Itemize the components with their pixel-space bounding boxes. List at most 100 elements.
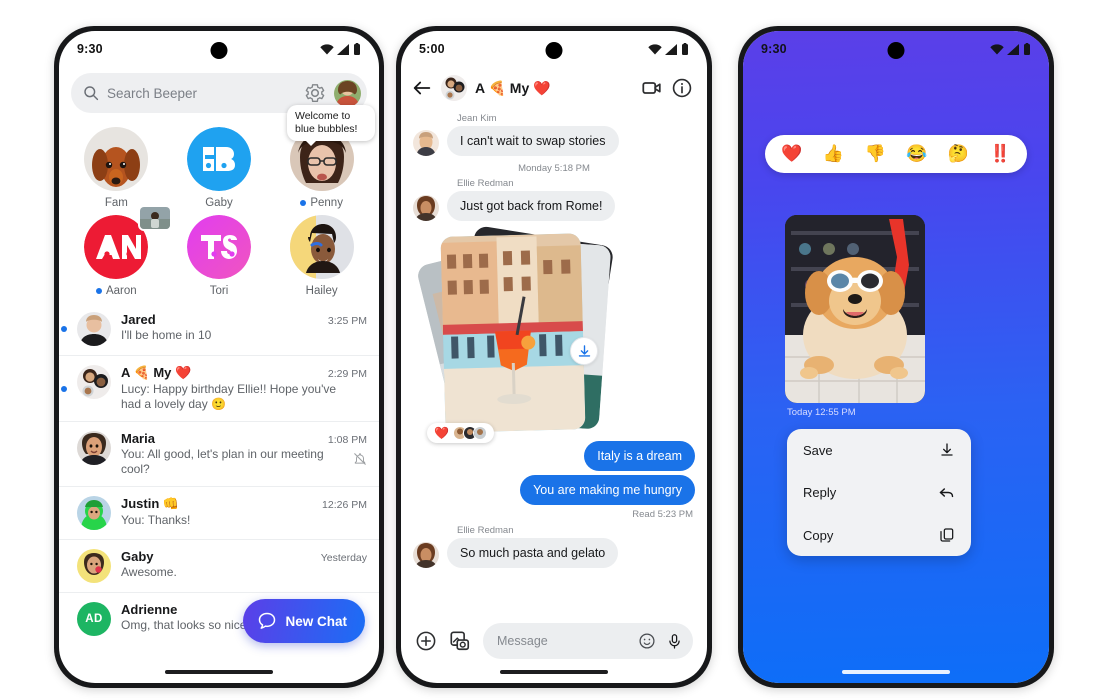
microphone-icon[interactable] xyxy=(666,633,683,650)
status-icons xyxy=(320,43,361,55)
message-bubble-incoming[interactable]: Just got back from Rome! xyxy=(447,191,616,221)
favorite-aaron[interactable]: Aaron xyxy=(65,205,172,299)
signal-icon xyxy=(1007,43,1019,55)
chat-preview: You: All good, let's plan in our meeting… xyxy=(121,447,324,476)
download-button[interactable] xyxy=(570,337,598,365)
reaction-thumbs-up[interactable]: 👍 xyxy=(823,144,844,164)
wifi-icon xyxy=(320,43,334,54)
plus-circle-icon[interactable] xyxy=(415,630,437,652)
status-icons xyxy=(648,43,689,55)
avatar xyxy=(413,542,439,568)
camera-punch-hole xyxy=(545,42,563,59)
chat-bubble-icon xyxy=(259,612,276,629)
signal-icon xyxy=(665,43,677,55)
avatar xyxy=(413,130,439,156)
gallery-camera-icon[interactable] xyxy=(449,630,471,652)
unread-dot xyxy=(95,288,102,294)
day-timestamp: Monday 5:18 PM xyxy=(518,163,590,174)
status-bar: 9:30 xyxy=(59,31,379,67)
new-chat-button[interactable]: New Chat xyxy=(243,599,365,643)
reaction-laugh[interactable]: 😂 xyxy=(906,144,927,164)
status-icons xyxy=(990,43,1031,55)
menu-item-reply[interactable]: Reply xyxy=(787,471,971,514)
chat-content: Jared 3:25 PM I'll be home in 10 xyxy=(121,312,367,343)
favorite-fam[interactable]: Fam xyxy=(65,123,168,211)
avatar xyxy=(77,312,111,346)
status-bar: 9:30 xyxy=(743,31,1049,67)
photo-rome-cafe[interactable] xyxy=(440,233,586,433)
conversation-header: A 🍕 My ❤️ xyxy=(401,67,707,107)
avatar xyxy=(84,127,149,191)
dog-with-sunglasses-photo[interactable] xyxy=(785,215,925,403)
menu-item-save[interactable]: Save xyxy=(787,429,971,471)
status-bar: 5:00 xyxy=(401,31,707,67)
reaction-exclamation[interactable]: ‼️ xyxy=(990,144,1011,164)
chat-name: Maria xyxy=(121,431,155,446)
message-sender: Jean Kim xyxy=(457,113,497,124)
menu-item-label: Reply xyxy=(803,485,837,500)
favorite-name: Tori xyxy=(209,285,229,297)
favorites-grid: Fam Gaby Welcome to blue bubbles! Penny … xyxy=(59,105,379,301)
download-icon xyxy=(941,443,953,456)
signal-icon xyxy=(337,43,349,55)
home-indicator xyxy=(842,670,950,674)
avatar xyxy=(186,215,251,279)
avatar xyxy=(289,215,354,279)
reaction-thumbs-down[interactable]: 👎 xyxy=(865,144,886,164)
phone-2-conversation: 5:00 A 🍕 My ❤️ Jean Kim I can't wait to … xyxy=(396,26,712,688)
message-input[interactable]: Message xyxy=(483,623,693,659)
avatar-initials-text: AD xyxy=(85,613,103,625)
table-row[interactable]: Maria 1:08 PM You: All good, let's plan … xyxy=(59,421,379,486)
table-row[interactable]: Justin 👊 12:26 PM You: Thanks! xyxy=(59,486,379,539)
favorite-hailey[interactable]: Hailey xyxy=(270,211,373,299)
chat-name: Adrienne xyxy=(121,602,178,617)
chat-name: A 🍕 My ❤️ xyxy=(121,365,192,380)
photo-stack-message[interactable]: ❤️ xyxy=(415,225,616,443)
reaction-picker[interactable]: ❤️ 👍 👎 😂 🤔 ‼️ xyxy=(765,135,1027,173)
list-item: So much pasta and gelato xyxy=(413,538,695,568)
avatar xyxy=(472,426,487,440)
chat-name: Jared xyxy=(121,312,156,327)
emoji-smiley-icon[interactable] xyxy=(638,632,656,650)
favorite-name: Gaby xyxy=(205,197,233,209)
chat-content: Maria 1:08 PM You: All good, let's plan … xyxy=(121,431,367,477)
table-row[interactable]: Jared 3:25 PM I'll be home in 10 xyxy=(59,303,379,355)
chat-time: 3:25 PM xyxy=(327,315,367,327)
table-row[interactable]: A 🍕 My ❤️ 2:29 PM Lucy: Happy birthday E… xyxy=(59,355,379,421)
chat-name: Gaby xyxy=(121,549,154,564)
screenshot-stage: 9:30 Search Beeper Fam Gaby Welcome to b… xyxy=(0,0,1100,700)
status-time: 9:30 xyxy=(77,42,103,56)
avatar xyxy=(77,365,111,399)
phone-2-screen: 5:00 A 🍕 My ❤️ Jean Kim I can't wait to … xyxy=(401,31,707,683)
avatar xyxy=(413,195,439,221)
menu-item-copy[interactable]: Copy xyxy=(787,514,971,556)
message-bubble-incoming[interactable]: So much pasta and gelato xyxy=(447,538,619,568)
group-avatar[interactable] xyxy=(441,75,467,101)
message-bubble-incoming[interactable]: I can't wait to swap stories xyxy=(447,126,619,156)
back-arrow-icon[interactable] xyxy=(411,77,433,99)
reaction-pill[interactable]: ❤️ xyxy=(427,423,494,443)
home-indicator xyxy=(500,670,608,674)
message-composer: Message xyxy=(401,623,707,659)
video-camera-icon[interactable] xyxy=(641,77,663,99)
chat-time: 12:26 PM xyxy=(322,499,367,511)
context-menu: Save Reply Copy xyxy=(787,429,971,556)
gear-icon[interactable] xyxy=(304,82,326,104)
info-circle-icon[interactable] xyxy=(671,77,693,99)
chat-list: Jared 3:25 PM I'll be home in 10 A 🍕 My … xyxy=(59,301,379,645)
list-item: You are making me hungry xyxy=(413,475,695,505)
battery-icon xyxy=(682,43,688,55)
message-sender: Ellie Redman xyxy=(457,178,514,189)
profile-avatar[interactable] xyxy=(334,79,361,107)
favorite-tori[interactable]: Tori xyxy=(168,211,271,299)
table-row[interactable]: Gaby Yesterday Awesome. xyxy=(59,539,379,592)
favorite-penny[interactable]: Welcome to blue bubbles! Penny xyxy=(270,105,375,211)
message-input-placeholder: Message xyxy=(497,634,548,648)
favorite-gaby[interactable]: Gaby xyxy=(168,123,271,211)
chat-preview: Lucy: Happy birthday Ellie!! Hope you've… xyxy=(121,382,337,411)
message-bubble-outgoing[interactable]: You are making me hungry xyxy=(520,475,695,505)
search-input-placeholder[interactable]: Search Beeper xyxy=(107,86,296,101)
reaction-thinking[interactable]: 🤔 xyxy=(948,144,969,164)
message-bubble-outgoing[interactable]: Italy is a dream xyxy=(584,441,695,471)
reaction-heart[interactable]: ❤️ xyxy=(781,144,802,164)
